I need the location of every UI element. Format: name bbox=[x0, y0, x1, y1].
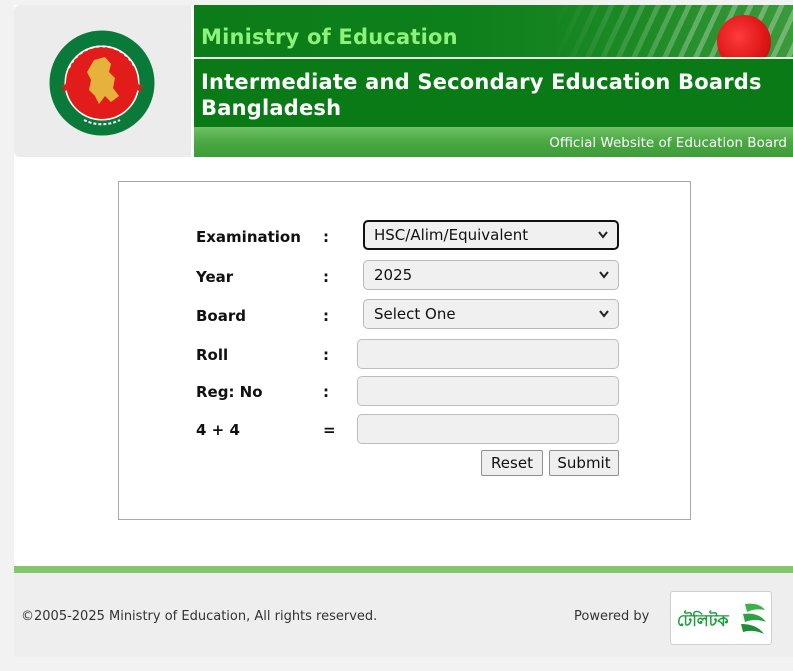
reg-sep: : bbox=[323, 383, 329, 401]
result-form: Examination : HSC/Alim/Equivalent Year :… bbox=[118, 181, 691, 520]
reg-no-input[interactable] bbox=[357, 376, 619, 406]
examination-value: HSC/Alim/Equivalent bbox=[374, 226, 529, 244]
year-sep: : bbox=[323, 268, 329, 286]
reset-button[interactable]: Reset bbox=[481, 450, 543, 476]
chevron-down-icon bbox=[598, 261, 610, 299]
board-select[interactable]: Select One bbox=[363, 299, 619, 329]
board-label: Board bbox=[196, 307, 246, 325]
teletalk-logo-icon[interactable]: টেলিটক bbox=[670, 591, 772, 645]
chevron-down-icon bbox=[597, 222, 609, 257]
roll-input[interactable] bbox=[357, 339, 619, 369]
year-select[interactable]: 2025 bbox=[363, 260, 619, 290]
examination-label: Examination bbox=[196, 228, 301, 246]
year-label: Year bbox=[196, 268, 234, 286]
tagline: Official Website of Education Board bbox=[549, 135, 787, 151]
govt-seal-icon bbox=[49, 30, 155, 136]
examination-select[interactable]: HSC/Alim/Equivalent bbox=[363, 220, 619, 250]
captcha-input[interactable] bbox=[357, 414, 619, 444]
roll-label: Roll bbox=[196, 346, 229, 364]
page: Ministry of Education Intermediate and S… bbox=[14, 5, 793, 657]
board-title: Intermediate and Secondary Education Boa… bbox=[201, 70, 762, 120]
captcha-label: 4 + 4 bbox=[196, 421, 240, 439]
submit-button[interactable]: Submit bbox=[549, 450, 619, 476]
ministry-title: Ministry of Education bbox=[201, 25, 458, 49]
reg-label: Reg: No bbox=[196, 383, 263, 401]
examination-sep: : bbox=[323, 228, 329, 246]
chevron-down-icon bbox=[598, 300, 610, 338]
captcha-sep: = bbox=[323, 421, 336, 439]
board-value: Select One bbox=[374, 305, 456, 323]
header-banner: Ministry of Education Intermediate and S… bbox=[194, 5, 793, 157]
roll-sep: : bbox=[323, 346, 329, 364]
teletalk-logo-text: টেলিটক bbox=[677, 610, 729, 630]
powered-by-label: Powered by bbox=[574, 609, 650, 624]
footer-divider bbox=[14, 566, 793, 573]
board-sep: : bbox=[323, 307, 329, 325]
header-logo-panel bbox=[14, 5, 191, 157]
year-value: 2025 bbox=[374, 266, 413, 284]
copyright-text: ©2005-2025 Ministry of Education, All ri… bbox=[21, 609, 378, 624]
